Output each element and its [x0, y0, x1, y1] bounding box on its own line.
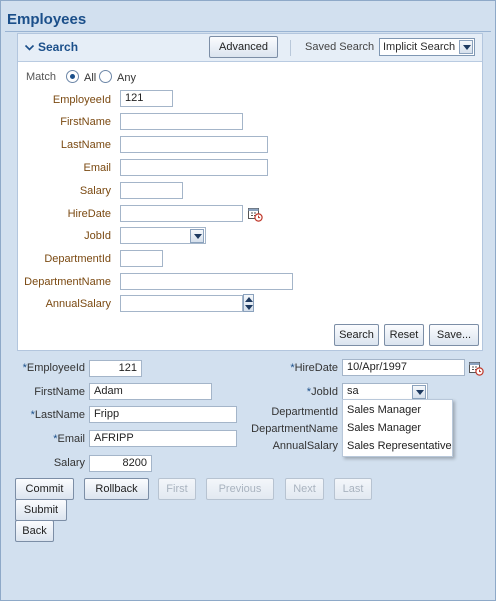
header-separator [290, 40, 291, 56]
save-search-button[interactable]: Save... [429, 324, 479, 346]
detail-hire-date-label-text: HireDate [294, 362, 338, 374]
submit-button[interactable]: Submit [15, 499, 67, 521]
detail-last-name-label: *LastName [1, 409, 85, 421]
commit-button[interactable]: Commit [15, 478, 74, 500]
detail-hire-date-label: *HireDate [231, 362, 338, 374]
detail-job-id-label: *JobId [231, 386, 338, 398]
search-panel: Search Advanced Saved Search Implicit Se… [17, 33, 483, 351]
next-button[interactable]: Next [285, 478, 324, 500]
detail-salary-label: Salary [53, 457, 85, 469]
detail-first-name-input[interactable]: Adam [89, 383, 212, 400]
detail-employee-id-label-text: EmployeeId [26, 362, 85, 374]
detail-salary-input[interactable]: 8200 [89, 455, 152, 472]
suggestion-item[interactable]: Sales Representative [347, 440, 452, 452]
back-button[interactable]: Back [15, 520, 54, 542]
annual-salary-input[interactable] [120, 295, 243, 312]
department-id-label: DepartmentId [44, 253, 111, 265]
job-id-suggestion-popup: Sales Manager Sales Manager Sales Repres… [342, 399, 453, 457]
previous-button[interactable]: Previous [206, 478, 274, 500]
detail-job-id-label-text: JobId [311, 386, 338, 398]
hire-date-input[interactable] [120, 205, 243, 222]
salary-label: Salary [79, 185, 111, 197]
detail-employee-id-input[interactable]: 121 [89, 360, 142, 377]
search-panel-header: Search Advanced Saved Search Implicit Se… [18, 34, 482, 62]
job-id-select[interactable] [120, 227, 206, 244]
salary-input[interactable] [120, 182, 183, 199]
annual-salary-label: AnnualSalary [45, 298, 111, 310]
advanced-button[interactable]: Advanced [209, 36, 278, 58]
search-panel-title[interactable]: Search [38, 40, 78, 54]
saved-search-value: Implicit Search [383, 41, 456, 53]
dropdown-arrow-icon[interactable] [190, 229, 204, 243]
first-name-input[interactable] [120, 113, 243, 130]
reset-button[interactable]: Reset [384, 324, 424, 346]
number-spinner-icon[interactable] [243, 294, 254, 312]
detail-department-id-label: DepartmentId [271, 406, 338, 418]
match-all-radio[interactable] [66, 70, 79, 83]
suggestion-item[interactable]: Sales Manager [347, 404, 421, 416]
title-divider [5, 31, 491, 32]
detail-hire-date-input[interactable]: 10/Apr/1997 [342, 359, 465, 376]
email-label: Email [83, 162, 111, 174]
department-id-input[interactable] [120, 250, 163, 267]
search-button[interactable]: Search [334, 324, 379, 346]
detail-first-name-label: FirstName [34, 386, 85, 398]
page-title: Employees [7, 11, 87, 28]
detail-email-label-text: Email [57, 433, 85, 445]
employee-id-label: EmployeeId [52, 94, 111, 106]
suggestion-item[interactable]: Sales Manager [347, 422, 421, 434]
dropdown-arrow-icon[interactable] [459, 40, 473, 54]
detail-job-id-input[interactable]: sa [342, 383, 428, 400]
match-all-label: All [84, 72, 97, 84]
detail-email-input[interactable]: AFRIPP [89, 430, 237, 447]
email-input[interactable] [120, 159, 268, 176]
match-label: Match [26, 71, 56, 83]
rollback-button[interactable]: Rollback [84, 478, 149, 500]
dropdown-arrow-icon[interactable] [412, 385, 426, 399]
detail-job-id-value: sa [347, 385, 359, 397]
spinner-up-icon[interactable] [245, 297, 253, 302]
department-name-input[interactable] [120, 273, 293, 290]
match-any-radio[interactable] [99, 70, 112, 83]
first-button[interactable]: First [158, 478, 196, 500]
detail-department-name-label: DepartmentName [251, 423, 338, 435]
hire-date-label: HireDate [67, 208, 111, 220]
match-any-label: Any [117, 72, 136, 84]
calendar-icon[interactable] [247, 206, 263, 222]
calendar-icon[interactable] [468, 360, 484, 376]
app-frame: Employees Search Advanced Saved Search I… [0, 0, 496, 601]
job-id-label: JobId [84, 230, 111, 242]
saved-search-label: Saved Search [305, 41, 375, 53]
detail-email-label: *Email [1, 433, 85, 445]
detail-employee-id-label: *EmployeeId [1, 362, 85, 374]
saved-search-select[interactable]: Implicit Search [379, 38, 475, 56]
last-name-label: LastName [60, 139, 111, 151]
department-name-label: DepartmentName [24, 276, 111, 288]
last-button[interactable]: Last [334, 478, 372, 500]
last-name-input[interactable] [120, 136, 268, 153]
spinner-down-icon[interactable] [245, 305, 253, 310]
detail-last-name-label-text: LastName [34, 409, 85, 421]
employee-id-input[interactable]: 121 [120, 90, 173, 107]
detail-last-name-input[interactable]: Fripp [89, 406, 237, 423]
first-name-label: FirstName [60, 116, 111, 128]
chevron-down-icon[interactable] [24, 42, 35, 53]
detail-annual-salary-label: AnnualSalary [272, 440, 338, 452]
